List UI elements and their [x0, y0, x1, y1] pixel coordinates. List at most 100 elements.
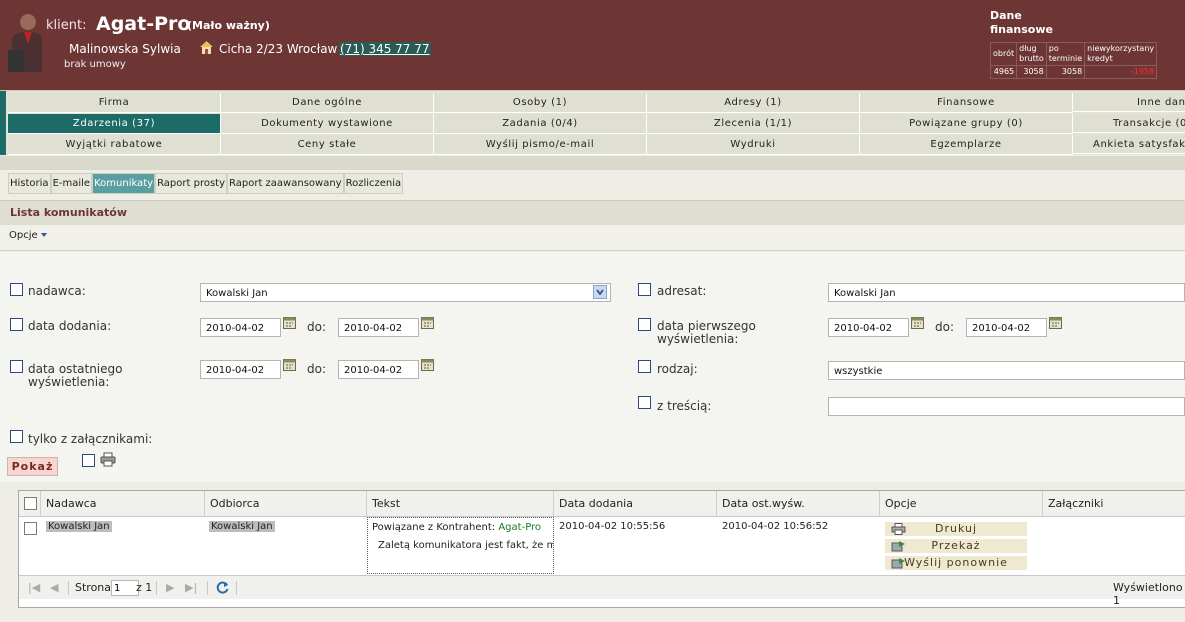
tylko-zalaczniki-checkbox[interactable]: [10, 430, 23, 443]
tab-egzemplarze[interactable]: Egzemplarze: [860, 135, 1073, 155]
rodzaj-select[interactable]: wszystkie: [828, 361, 1185, 380]
adresat-input[interactable]: Kowalski Jan: [828, 283, 1185, 302]
tab-wyjatki-rabatowe[interactable]: Wyjątki rabatowe: [8, 135, 221, 155]
related-to-line: Powiązane z Kontrahent: Agat-Pro: [372, 522, 541, 533]
calendar-icon[interactable]: [283, 359, 296, 371]
finance-table: obrót dług brutto po terminie niewykorzy…: [989, 42, 1158, 79]
rodzaj-checkbox[interactable]: [638, 360, 651, 373]
client-header: klient: Agat-Pro (Mało ważny) Malinowska…: [0, 0, 1185, 90]
data-ostatniego-checkbox[interactable]: [10, 360, 23, 373]
z-trescia-input[interactable]: [828, 397, 1185, 416]
column-header-data-dodania[interactable]: Data dodania: [554, 491, 717, 516]
page-of-label: z 1: [136, 581, 153, 594]
subtab-e-maile[interactable]: E-maile: [50, 173, 93, 194]
subtabs: Historia E-maile Komunikaty Raport prost…: [8, 173, 404, 194]
data-ostatniego-to-input[interactable]: 2010-04-02: [338, 360, 419, 379]
tab-wyslij-pismo[interactable]: Wyślij pismo/e-mail: [434, 135, 647, 155]
row-odbiorca: Kowalski Jan: [209, 521, 275, 532]
data-ostatniego-from-input[interactable]: 2010-04-02: [200, 360, 281, 379]
prev-page-icon[interactable]: ◀: [50, 581, 58, 594]
tab-zdarzenia[interactable]: Zdarzenia (37): [8, 114, 221, 134]
select-all-checkbox[interactable]: [24, 497, 37, 510]
tab-transakcje[interactable]: Transakcje (0): [1073, 114, 1185, 133]
client-phone-link[interactable]: (71) 345 77 77: [339, 42, 431, 56]
data-pierwszego-do-label: do:: [935, 320, 955, 334]
data-dodania-to-input[interactable]: 2010-04-02: [338, 318, 419, 337]
z-trescia-checkbox[interactable]: [638, 396, 651, 409]
tab-ceny-stale[interactable]: Ceny stałe: [221, 135, 434, 155]
column-header-data-ost[interactable]: Data ost.wyśw.: [717, 491, 880, 516]
subtab-raport-zaawansowany[interactable]: Raport zaawansowany: [227, 173, 344, 194]
data-ostatniego-label: data ostatniego wyświetlenia:: [28, 362, 123, 389]
tab-powiazane-grupy[interactable]: Powiązane grupy (0): [860, 114, 1073, 134]
resend-button[interactable]: Wyślij ponownie: [885, 556, 1027, 570]
row-text[interactable]: Powiązane z Kontrahent: Agat-Pro Zaletą …: [367, 517, 554, 574]
options-menu[interactable]: Opcje: [9, 230, 38, 241]
options-bar: Opcje: [0, 226, 1185, 251]
nadawca-checkbox[interactable]: [10, 283, 23, 296]
printer-icon: [100, 452, 116, 467]
finance-title: Dane finansowe: [990, 9, 1053, 36]
data-ostatniego-do-label: do:: [307, 362, 327, 376]
related-client-link[interactable]: Agat-Pro: [498, 522, 541, 533]
client-address: Cicha 2/23 Wrocław: [219, 42, 338, 56]
row-checkbox[interactable]: [24, 522, 37, 535]
calendar-icon[interactable]: [421, 317, 434, 329]
tab-dokumenty-wystawione[interactable]: Dokumenty wystawione: [221, 114, 434, 134]
print-checkbox[interactable]: [82, 454, 95, 467]
tab-firma[interactable]: Firma: [8, 93, 221, 113]
data-pierwszego-from-input[interactable]: 2010-04-02: [828, 318, 909, 337]
displayed-count: Wyświetlono 1: [1113, 581, 1183, 607]
column-header-nadawca[interactable]: Nadawca: [41, 491, 205, 516]
tab-dane-ogolne[interactable]: Dane ogólne: [221, 93, 434, 113]
subtab-raport-prosty[interactable]: Raport prosty: [155, 173, 228, 194]
forward-button[interactable]: Przekaż: [885, 539, 1027, 553]
adresat-checkbox[interactable]: [638, 283, 651, 296]
data-dodania-label: data dodania:: [28, 319, 112, 333]
calendar-icon[interactable]: [911, 317, 924, 329]
calendar-icon[interactable]: [421, 359, 434, 371]
tab-adresy[interactable]: Adresy (1): [647, 93, 860, 113]
last-page-icon[interactable]: ▶|: [185, 581, 197, 594]
data-pierwszego-checkbox[interactable]: [638, 318, 651, 331]
select-chevron-icon[interactable]: [593, 285, 607, 299]
pager-separator: [156, 581, 157, 595]
subtab-komunikaty[interactable]: Komunikaty: [92, 173, 156, 194]
column-header-tekst[interactable]: Tekst: [367, 491, 554, 516]
dropdown-arrow-icon[interactable]: [41, 233, 47, 237]
row-data-ost: 2010-04-02 10:56:52: [722, 521, 829, 532]
calendar-icon[interactable]: [1049, 317, 1062, 329]
tab-zadania[interactable]: Zadania (0/4): [434, 114, 647, 134]
finance-value-cell: 4965: [989, 65, 1018, 79]
pager-separator: [68, 581, 69, 595]
tab-inne-dane[interactable]: Inne dane: [1073, 93, 1185, 112]
page-input[interactable]: [111, 580, 139, 596]
data-dodania-from-input[interactable]: 2010-04-02: [200, 318, 281, 337]
select-all-header: [19, 491, 41, 516]
column-header-odbiorca[interactable]: Odbiorca: [205, 491, 367, 516]
next-page-icon[interactable]: ▶: [166, 581, 174, 594]
tab-zlecenia[interactable]: Zlecenia (1/1): [647, 114, 860, 134]
section-title: Lista komunikatów: [10, 206, 128, 219]
subtab-historia[interactable]: Historia: [8, 173, 51, 194]
show-button[interactable]: Pokaż: [7, 457, 58, 476]
data-pierwszego-to-input[interactable]: 2010-04-02: [966, 318, 1047, 337]
tab-finansowe[interactable]: Finansowe: [860, 93, 1073, 113]
first-page-icon[interactable]: |◀: [28, 581, 40, 594]
column-header-opcje[interactable]: Opcje: [880, 491, 1043, 516]
tab-ankieta-satysfakcji[interactable]: Ankieta satysfakcji: [1073, 135, 1185, 154]
forward-button-label: Przekaż: [931, 539, 981, 552]
calendar-icon[interactable]: [283, 317, 296, 329]
data-dodania-checkbox[interactable]: [10, 318, 23, 331]
tab-osoby[interactable]: Osoby (1): [434, 93, 647, 113]
nadawca-select[interactable]: Kowalski Jan: [200, 283, 611, 302]
person-avatar-icon: [8, 14, 42, 72]
tab-wydruki[interactable]: Wydruki: [647, 135, 860, 155]
subtab-rozliczenia[interactable]: Rozliczenia: [343, 173, 404, 194]
print-button[interactable]: Drukuj: [885, 522, 1027, 536]
print-button-label: Drukuj: [934, 522, 978, 535]
z-trescia-label: z treścią:: [657, 399, 712, 413]
refresh-icon[interactable]: [215, 580, 230, 595]
row-data-dodania: 2010-04-02 10:55:56: [559, 521, 666, 532]
column-header-zalaczniki[interactable]: Załączniki: [1043, 491, 1185, 516]
